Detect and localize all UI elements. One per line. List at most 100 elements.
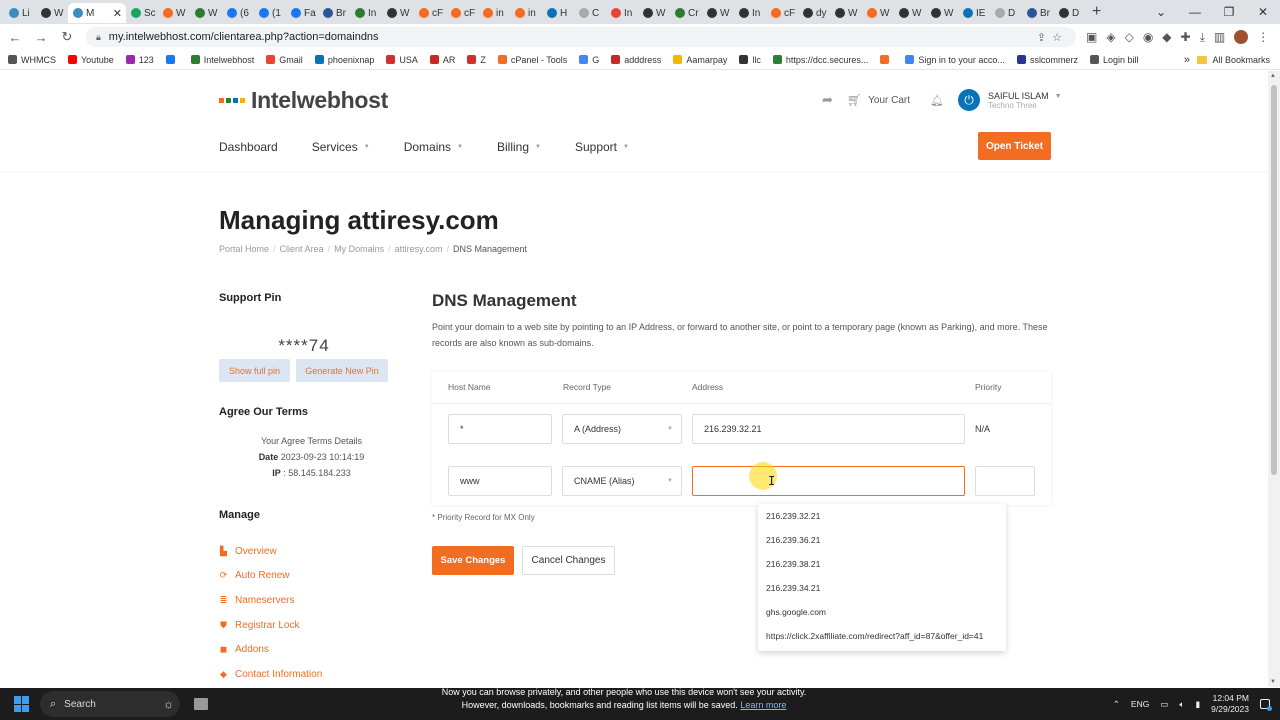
power-icon[interactable]: ⏻ <box>957 89 980 111</box>
profile-avatar[interactable] <box>1234 30 1249 44</box>
browser-tab[interactable]: in <box>478 3 510 23</box>
bookmark-item[interactable]: Login bill <box>1089 55 1138 65</box>
browser-tab[interactable]: Br <box>1022 3 1054 23</box>
browser-tab[interactable]: W <box>638 3 670 23</box>
browser-tab[interactable]: C <box>574 3 606 23</box>
cart-icon[interactable]: 🛒︎ <box>847 93 862 107</box>
cancel-changes-button[interactable]: Cancel Changes <box>522 546 615 575</box>
url-input[interactable]: 🔒︎ my.intelwebhost.com/clientarea.php?ac… <box>86 27 1076 47</box>
new-tab-icon[interactable]: + <box>1092 3 1101 21</box>
breadcrumb-link[interactable]: Client Area <box>280 244 324 254</box>
browser-tab[interactable]: W <box>190 3 222 23</box>
windows-start-icon[interactable] <box>14 696 30 712</box>
sidepanel-icon[interactable]: ▥ <box>1214 30 1225 44</box>
browser-tab[interactable]: H <box>542 3 574 23</box>
bookmark-item[interactable]: Aamarpay <box>673 55 727 65</box>
browser-tab[interactable]: W <box>36 3 68 23</box>
browser-tab[interactable]: In <box>606 3 638 23</box>
puzzle-icon[interactable]: ✚ <box>1181 30 1191 44</box>
bookmark-item[interactable]: 123 <box>125 55 154 65</box>
share-icon[interactable]: ➦ <box>822 92 833 108</box>
taskbar-search[interactable]: ⌕ Search ☼ <box>40 691 180 717</box>
notification-icon[interactable] <box>1260 699 1272 711</box>
browser-tab[interactable]: cF <box>766 3 798 23</box>
breadcrumb-link[interactable]: Portal Home <box>219 244 269 254</box>
browser-tab[interactable]: (6 <box>222 3 254 23</box>
bookmark-item[interactable]: Sign in to your acco... <box>905 55 1005 65</box>
browser-tab[interactable]: (1 <box>254 3 286 23</box>
bookmark-item[interactable]: Intelwebhost <box>190 55 254 65</box>
share-star-icons[interactable]: ⇪☆ <box>1037 31 1068 44</box>
browser-tab[interactable]: cF <box>446 3 478 23</box>
bookmark-item[interactable]: G <box>579 55 599 65</box>
browser-tab[interactable]: Br <box>318 3 350 23</box>
browser-tab[interactable]: W <box>926 3 958 23</box>
browser-tab[interactable]: cF <box>414 3 446 23</box>
autocomplete-option[interactable]: ghs.google.com <box>758 600 1006 624</box>
nav-item-services[interactable]: Services ▼ <box>312 140 370 154</box>
network-icon[interactable]: ▭ <box>1160 699 1168 710</box>
record-type-select[interactable]: CNAME (Alias) ▼ <box>562 466 682 496</box>
battery-icon[interactable]: ▮ <box>1195 699 1200 710</box>
autocomplete-option[interactable]: https://click.2xaffiliate.com/redirect?a… <box>758 624 1006 648</box>
host-name-input[interactable]: www <box>448 466 552 496</box>
bookmark-item[interactable]: adddress <box>611 55 661 65</box>
logo[interactable]: Intelwebhost <box>219 87 388 114</box>
host-name-input[interactable]: * <box>448 414 552 444</box>
open-ticket-button[interactable]: Open Ticket <box>978 132 1051 160</box>
browser-tab[interactable]: dy <box>798 3 830 23</box>
autocomplete-option[interactable]: 216.239.34.21 <box>758 576 1006 600</box>
generate-new-pin-button[interactable]: Generate New Pin <box>296 359 388 382</box>
browser-tab[interactable]: W <box>830 3 862 23</box>
priority-input[interactable] <box>975 466 1035 496</box>
show-full-pin-button[interactable]: Show full pin <box>219 359 290 382</box>
chevron-up-icon[interactable]: ⌃ <box>1113 699 1120 710</box>
extension-icon[interactable]: ▣ <box>1086 30 1097 44</box>
more-bookmarks-icon[interactable]: » <box>1184 54 1190 66</box>
bell-icon[interactable]: 🔔︎ <box>930 94 944 107</box>
volume-icon[interactable]: 🔈︎ <box>1179 699 1184 710</box>
restore-icon[interactable]: ❐ <box>1212 5 1246 19</box>
back-icon[interactable]: ← <box>4 30 26 45</box>
browser-tab[interactable]: W <box>382 3 414 23</box>
tab-search-icon[interactable]: ⌄ <box>1144 5 1178 19</box>
browser-tab-active[interactable]: M ✕ <box>68 3 126 23</box>
record-type-select[interactable]: A (Address) ▼ <box>562 414 682 444</box>
bookmark-item[interactable] <box>880 55 893 64</box>
forward-icon[interactable]: → <box>30 30 52 45</box>
bookmark-item[interactable]: Youtube <box>68 55 114 65</box>
save-changes-button[interactable]: Save Changes <box>432 546 514 575</box>
browser-tab[interactable]: W <box>862 3 894 23</box>
manage-item-addons[interactable]: ◼ Addons <box>219 637 322 662</box>
site-info-icon[interactable]: 🔒︎ <box>96 32 101 43</box>
bookmark-item[interactable]: Gmail <box>266 55 303 65</box>
all-bookmarks[interactable]: All Bookmarks <box>1197 55 1270 65</box>
bookmark-item[interactable]: cPanel - Tools <box>497 55 567 65</box>
bookmark-item[interactable] <box>165 55 179 64</box>
reload-icon[interactable]: ↻ <box>56 29 78 45</box>
autocomplete-option[interactable]: 216.239.32.21 <box>758 504 1006 528</box>
scrollbar-thumb[interactable] <box>1271 85 1277 475</box>
manage-item-nameservers[interactable]: ≣ Nameservers <box>219 588 322 613</box>
language-indicator[interactable]: ENG <box>1131 699 1149 709</box>
bookmark-item[interactable]: USA <box>386 55 418 65</box>
bookmark-item[interactable]: WHMCS <box>8 55 56 65</box>
bookmark-item[interactable]: AR <box>429 55 455 65</box>
extension-icon[interactable]: ◈ <box>1106 30 1115 44</box>
extension-icon[interactable]: ◇ <box>1125 30 1134 44</box>
page-scrollbar[interactable]: ▲ ▼ <box>1268 71 1280 687</box>
browser-tab[interactable]: W <box>894 3 926 23</box>
scroll-down-icon[interactable]: ▼ <box>1270 679 1276 685</box>
user-menu[interactable]: SAIFUL ISLAM Techno Three <box>988 91 1049 110</box>
browser-tab[interactable]: W <box>158 3 190 23</box>
bookmark-item[interactable]: sslcommerz <box>1016 55 1078 65</box>
menu-icon[interactable]: ⋮ <box>1257 30 1269 44</box>
browser-tab[interactable]: Li <box>4 3 36 23</box>
browser-tab[interactable]: W <box>702 3 734 23</box>
browser-tab[interactable]: Fa <box>286 3 318 23</box>
address-input-focused[interactable] <box>692 466 965 496</box>
browser-tab[interactable]: IE <box>958 3 990 23</box>
taskbar-app-icon[interactable] <box>194 698 208 710</box>
autocomplete-option[interactable]: 216.239.36.21 <box>758 528 1006 552</box>
nav-item-domains[interactable]: Domains ▼ <box>404 140 463 154</box>
